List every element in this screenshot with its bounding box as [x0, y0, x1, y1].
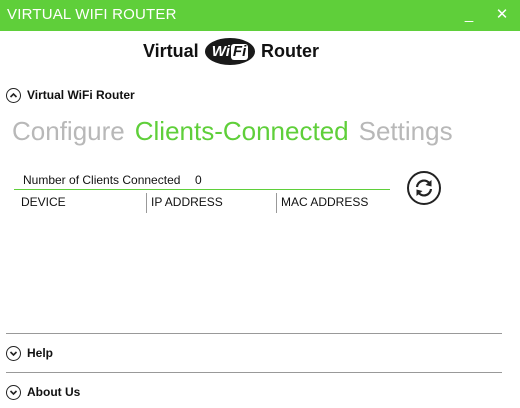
app-logo: Virtual Wi Fi Router	[0, 36, 520, 70]
column-separator[interactable]	[146, 193, 147, 213]
clients-count-value: 0	[195, 173, 202, 187]
title-bar: VIRTUAL WIFI ROUTER _ ✕	[0, 0, 520, 31]
tab-bar: Configure Clients-Connected Settings	[12, 116, 463, 150]
refresh-button[interactable]	[407, 171, 441, 205]
tab-settings[interactable]: Settings	[359, 116, 453, 150]
clients-count-row: Number of Clients Connected 0	[14, 172, 390, 190]
refresh-icon	[415, 179, 433, 197]
section-header-about[interactable]: About Us	[6, 381, 80, 403]
column-separator[interactable]	[276, 193, 277, 213]
column-header-mac-address[interactable]: MAC ADDRESS	[281, 195, 368, 209]
column-header-ip-address[interactable]: IP ADDRESS	[151, 195, 223, 209]
chevron-down-icon[interactable]	[6, 384, 21, 400]
logo-badge-wi: Wi	[211, 43, 230, 60]
tab-clients-connected[interactable]: Clients-Connected	[135, 116, 349, 150]
chevron-up-icon[interactable]	[6, 87, 21, 103]
chevron-down-icon[interactable]	[6, 345, 21, 361]
window-title: VIRTUAL WIFI ROUTER	[7, 6, 177, 23]
clients-table-header: DEVICE IP ADDRESS MAC ADDRESS	[14, 193, 390, 213]
tab-configure[interactable]: Configure	[12, 116, 125, 150]
divider	[6, 333, 502, 334]
section-label-help: Help	[27, 346, 54, 360]
close-button[interactable]: ✕	[493, 6, 511, 24]
section-header-help[interactable]: Help	[6, 342, 53, 364]
divider	[6, 372, 502, 373]
section-label-main: Virtual WiFi Router	[27, 88, 135, 102]
wifi-logo-badge: Wi Fi	[205, 38, 255, 65]
section-label-about: About Us	[27, 385, 81, 399]
logo-word-router: Router	[261, 41, 319, 61]
clients-count-label: Number of Clients Connected	[23, 173, 181, 187]
column-header-device[interactable]: DEVICE	[21, 195, 66, 209]
logo-badge-fi: Fi	[230, 43, 249, 60]
logo-word-virtual: Virtual	[143, 41, 199, 61]
section-header-main[interactable]: Virtual WiFi Router	[6, 84, 135, 106]
minimize-button[interactable]: _	[460, 6, 478, 24]
